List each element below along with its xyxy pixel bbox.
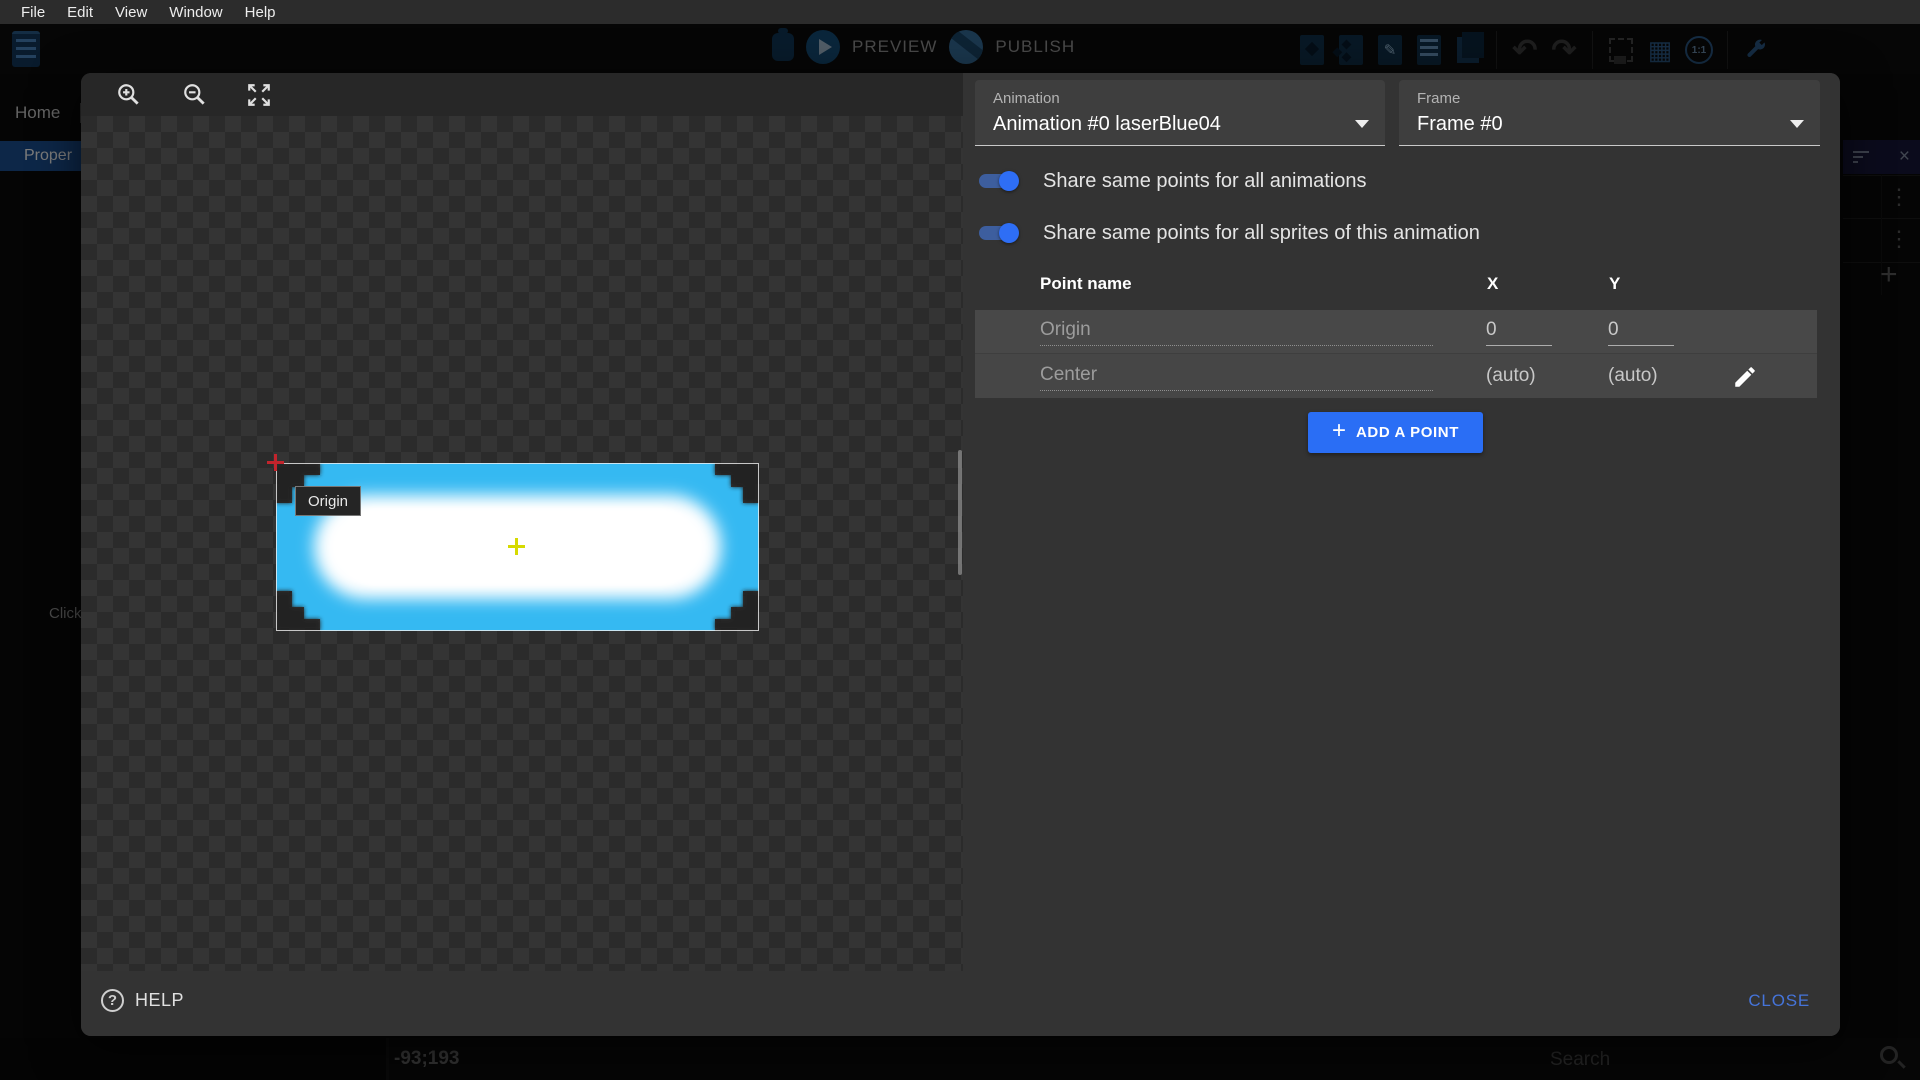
center-point-marker[interactable]: [508, 538, 525, 555]
sprite-image: Origin: [276, 463, 759, 631]
point-x-field[interactable]: 0: [1486, 319, 1552, 346]
plus-icon: +: [1332, 419, 1346, 443]
help-button[interactable]: ? HELP: [101, 989, 184, 1012]
edit-pencil-icon[interactable]: [1730, 362, 1760, 392]
app-root: File Edit View Window Help PREVIEW PUBLI…: [0, 0, 1920, 1080]
origin-point-marker[interactable]: [267, 454, 284, 471]
animation-select-value: Animation #0 laserBlue04: [993, 113, 1221, 136]
zoom-in-icon[interactable]: [112, 78, 146, 112]
menu-edit[interactable]: Edit: [56, 4, 104, 21]
origin-tooltip: Origin: [295, 486, 361, 516]
frame-select-value: Frame #0: [1417, 113, 1503, 136]
edit-points-dialog: Origin Animation Animation #0 laserBlue0…: [81, 73, 1840, 1036]
points-panel: Animation Animation #0 laserBlue04 Frame…: [963, 73, 1840, 971]
sprite-preview-canvas[interactable]: Origin: [81, 116, 963, 971]
toggle-share-all-sprites[interactable]: Share same points for all sprites of thi…: [977, 215, 1480, 251]
point-name-field[interactable]: Center: [1040, 364, 1433, 391]
table-row-center: Center (auto) (auto): [975, 353, 1817, 398]
close-button[interactable]: CLOSE: [1748, 991, 1810, 1011]
fit-to-screen-icon[interactable]: [242, 78, 276, 112]
toggle-switch-on[interactable]: [977, 220, 1021, 246]
add-point-label: ADD A POINT: [1356, 424, 1459, 441]
point-y-field[interactable]: (auto): [1608, 365, 1674, 391]
toggle-label: Share same points for all animations: [1043, 170, 1367, 193]
point-name-field[interactable]: Origin: [1040, 319, 1433, 346]
menu-window[interactable]: Window: [158, 4, 233, 21]
toggle-switch-on[interactable]: [977, 168, 1021, 194]
toggle-label: Share same points for all sprites of thi…: [1043, 222, 1480, 245]
point-y-field[interactable]: 0: [1608, 319, 1674, 346]
zoom-out-icon[interactable]: [178, 78, 212, 112]
menu-file[interactable]: File: [10, 4, 56, 21]
preview-toolbar: [81, 73, 963, 116]
animation-select[interactable]: Animation Animation #0 laserBlue04: [975, 80, 1385, 146]
question-mark-icon: ?: [101, 989, 124, 1012]
points-table: Origin 0 0 Center (auto) (auto): [975, 310, 1817, 398]
chevron-down-icon: [1790, 120, 1804, 128]
point-x-field[interactable]: (auto): [1486, 365, 1552, 391]
frame-select-label: Frame: [1417, 90, 1460, 107]
chevron-down-icon: [1355, 120, 1369, 128]
menu-bar: File Edit View Window Help: [0, 0, 1920, 24]
menu-help[interactable]: Help: [234, 4, 287, 21]
col-x: X: [1487, 274, 1498, 294]
table-row-origin: Origin 0 0: [975, 310, 1817, 353]
menu-view[interactable]: View: [104, 4, 158, 21]
toggle-share-all-animations[interactable]: Share same points for all animations: [977, 163, 1367, 199]
points-table-header: Point name X Y: [963, 274, 1840, 296]
frame-select[interactable]: Frame Frame #0: [1399, 80, 1820, 146]
animation-select-label: Animation: [993, 90, 1060, 107]
col-y: Y: [1609, 274, 1620, 294]
dialog-footer: ? HELP CLOSE: [81, 971, 1840, 1036]
help-label: HELP: [135, 990, 184, 1011]
add-point-button[interactable]: + ADD A POINT: [1308, 412, 1483, 453]
col-point-name: Point name: [1040, 274, 1132, 294]
preview-scrollbar[interactable]: [958, 450, 962, 575]
